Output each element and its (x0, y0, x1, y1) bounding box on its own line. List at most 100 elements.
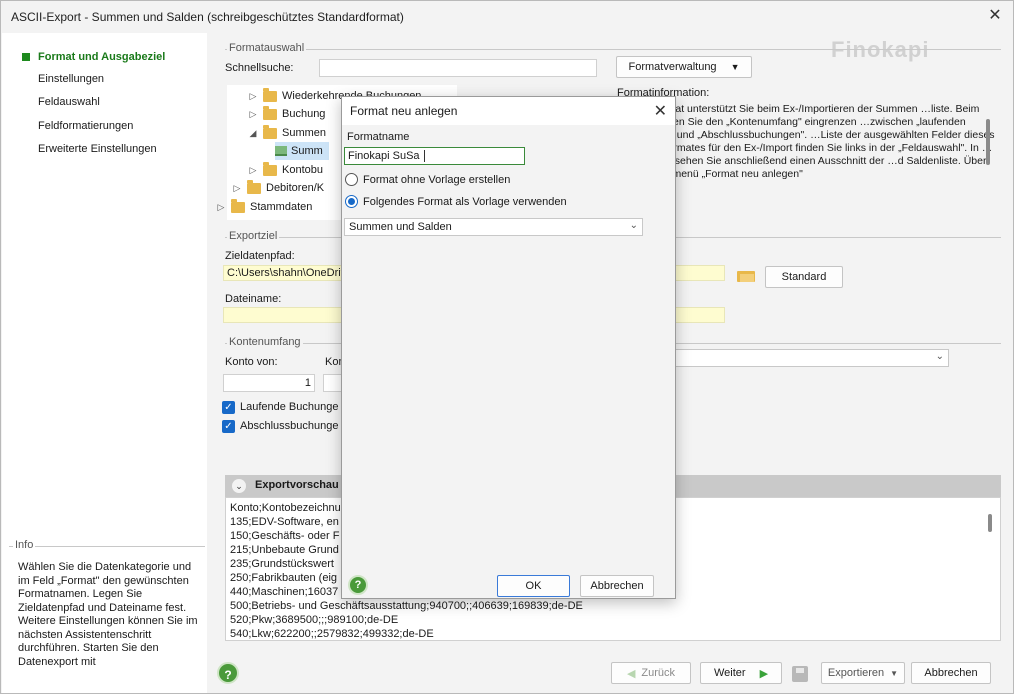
export-label: Exportieren (827, 667, 885, 679)
info-scrollbar[interactable] (986, 119, 990, 165)
sidebar-item-feldauswahl[interactable]: Feldauswahl (22, 93, 100, 111)
new-format-dialog: Format neu anlegen ✕ Formatname Finokapi… (341, 96, 676, 599)
next-button[interactable]: Weiter ▶ (700, 662, 782, 684)
window-title: ASCII-Export - Summen und Salden (schrei… (11, 10, 404, 24)
tree-item-label: Stammdaten (250, 201, 313, 213)
preview-line: 150;Geschäfts- oder F (230, 530, 340, 542)
export-button[interactable]: Exportieren ▼ (821, 662, 905, 684)
dialog-help-button[interactable]: ? (348, 575, 368, 595)
expand-icon[interactable]: ▷ (247, 165, 259, 176)
text-cursor-icon (424, 150, 425, 162)
search-input[interactable] (319, 59, 597, 77)
next-arrow-icon: ▶ (759, 667, 769, 680)
back-button[interactable]: ◀ Zurück (611, 662, 691, 684)
laufende-label: Laufende Buchunge (240, 401, 339, 413)
section-formatauswahl: Formatauswahl (227, 42, 307, 54)
title-bar: ASCII-Export - Summen und Salden (schrei… (1, 1, 1013, 33)
radio-no-template[interactable] (345, 173, 358, 186)
dialog-close-icon[interactable]: ✕ (654, 101, 667, 121)
formatverwaltung-button[interactable]: Formatverwaltung ▼ (616, 56, 752, 78)
tree-item-label: Summen (282, 127, 327, 139)
format-file-icon (275, 146, 287, 156)
sidebar-item-erweitert[interactable]: Erweiterte Einstellungen (22, 140, 157, 158)
folder-open-icon[interactable] (736, 267, 756, 283)
konto-von-label: Konto von: (225, 356, 278, 368)
sidebar: Format und Ausgabeziel Einstellungen Fel… (2, 33, 207, 693)
abschluss-label: Abschlussbuchunge (240, 420, 339, 432)
preview-line: 440;Maschinen;16037 (230, 586, 339, 598)
section-kontenumfang: Kontenumfang (227, 336, 303, 348)
kontenumfang-select[interactable]: ⌄ (669, 349, 949, 367)
tree-item-label: Debitoren/K (266, 182, 325, 194)
info-box: Info Wählen Sie die Datenkategorie und i… (9, 539, 205, 691)
template-select[interactable]: Summen und Salden ⌄ (344, 218, 643, 236)
chevron-down-icon: ⌄ (629, 220, 638, 231)
sidebar-item-feldformatierungen[interactable]: Feldformatierungen (22, 117, 133, 135)
sidebar-item-label: Feldformatierungen (38, 120, 134, 132)
preview-title: Exportvorschau (255, 479, 339, 491)
laufende-checkbox[interactable]: ✓ (222, 401, 235, 414)
preview-line: Konto;Kontobezeichnu (230, 502, 341, 514)
cancel-button[interactable]: Abbrechen (911, 662, 991, 684)
active-bullet-icon (22, 53, 30, 61)
tree-item[interactable]: ▷ Buchung (247, 105, 325, 123)
preview-line: 540;Lkw;622200;;2579832;499332;de-DE (230, 628, 434, 640)
help-button[interactable]: ? (217, 662, 239, 684)
next-label: Weiter (713, 667, 746, 679)
tree-item[interactable]: ◢ Summen (247, 124, 326, 142)
tree-item[interactable]: ▷ Debitoren/K (231, 179, 324, 197)
preview-line: 500;Betriebs- und Geschäftsausstattung;9… (230, 600, 583, 612)
template-select-value: Summen und Salden (349, 221, 452, 233)
preview-line: 135;EDV-Software, en (230, 516, 339, 528)
info-text: Wählen Sie die Datenkategorie und im Fel… (18, 561, 198, 668)
preview-scrollbar[interactable] (988, 514, 992, 532)
konto-von-input[interactable]: 1 (223, 374, 315, 392)
formatname-input[interactable]: Finokapi SuSa (344, 147, 525, 165)
export-window: ASCII-Export - Summen und Salden (schrei… (0, 0, 1014, 694)
back-arrow-icon: ◀ (626, 667, 636, 680)
sidebar-item-format[interactable]: Format und Ausgabeziel (22, 48, 165, 66)
section-exportziel: Exportziel (227, 230, 280, 242)
expand-icon[interactable]: ▷ (247, 91, 259, 102)
folder-icon (263, 161, 277, 176)
dialog-titlebar: Format neu anlegen ✕ (342, 97, 675, 125)
divider (225, 49, 1001, 50)
tree-item-label: Kontobu (282, 164, 323, 176)
formatverwaltung-label: Formatverwaltung (628, 61, 717, 73)
expand-icon[interactable]: ▷ (215, 202, 227, 213)
radio-no-template-label: Format ohne Vorlage erstellen (363, 174, 511, 186)
standard-button[interactable]: Standard (765, 266, 843, 288)
tree-item-label: Summ (291, 145, 323, 157)
dialog-cancel-button[interactable]: Abbrechen (580, 575, 654, 597)
filename-label: Dateiname: (225, 293, 282, 305)
preview-line: 215;Unbebaute Grund (230, 544, 339, 556)
radio-use-template-label: Folgendes Format als Vorlage verwenden (363, 196, 567, 208)
collapse-chevron-icon[interactable]: ⌄ (232, 479, 246, 493)
dropdown-arrow-icon: ▼ (890, 668, 899, 678)
search-label: Schnellsuche: (225, 62, 294, 74)
expand-icon[interactable]: ▷ (231, 183, 243, 194)
tree-item[interactable]: ▷ Kontobu (247, 161, 323, 179)
finokapi-watermark: Finokapi (831, 37, 930, 62)
dropdown-arrow-icon: ▼ (730, 62, 740, 72)
collapse-icon[interactable]: ◢ (247, 128, 259, 139)
abschluss-checkbox[interactable]: ✓ (222, 420, 235, 433)
folder-icon (263, 124, 277, 139)
sidebar-item-einstellungen[interactable]: Einstellungen (22, 70, 104, 88)
ok-button[interactable]: OK (497, 575, 570, 597)
radio-use-template[interactable] (345, 195, 358, 208)
back-label: Zurück (641, 667, 676, 679)
tree-item-selected[interactable]: Summ (275, 142, 329, 160)
folder-icon (231, 198, 245, 213)
save-icon[interactable] (792, 666, 808, 682)
formatname-label: Formatname (347, 131, 410, 143)
folder-icon (247, 179, 261, 194)
tree-item-label: Buchung (282, 108, 326, 120)
chevron-down-icon: ⌄ (935, 351, 944, 362)
expand-icon[interactable]: ▷ (247, 109, 259, 120)
dialog-title: Format neu anlegen (350, 104, 458, 118)
info-legend: Info (13, 539, 36, 551)
preview-line: 520;Pkw;3689500;;;989100;de-DE (230, 614, 399, 626)
tree-item[interactable]: ▷ Stammdaten (215, 198, 312, 216)
close-icon[interactable]: ✕ (987, 7, 1003, 25)
